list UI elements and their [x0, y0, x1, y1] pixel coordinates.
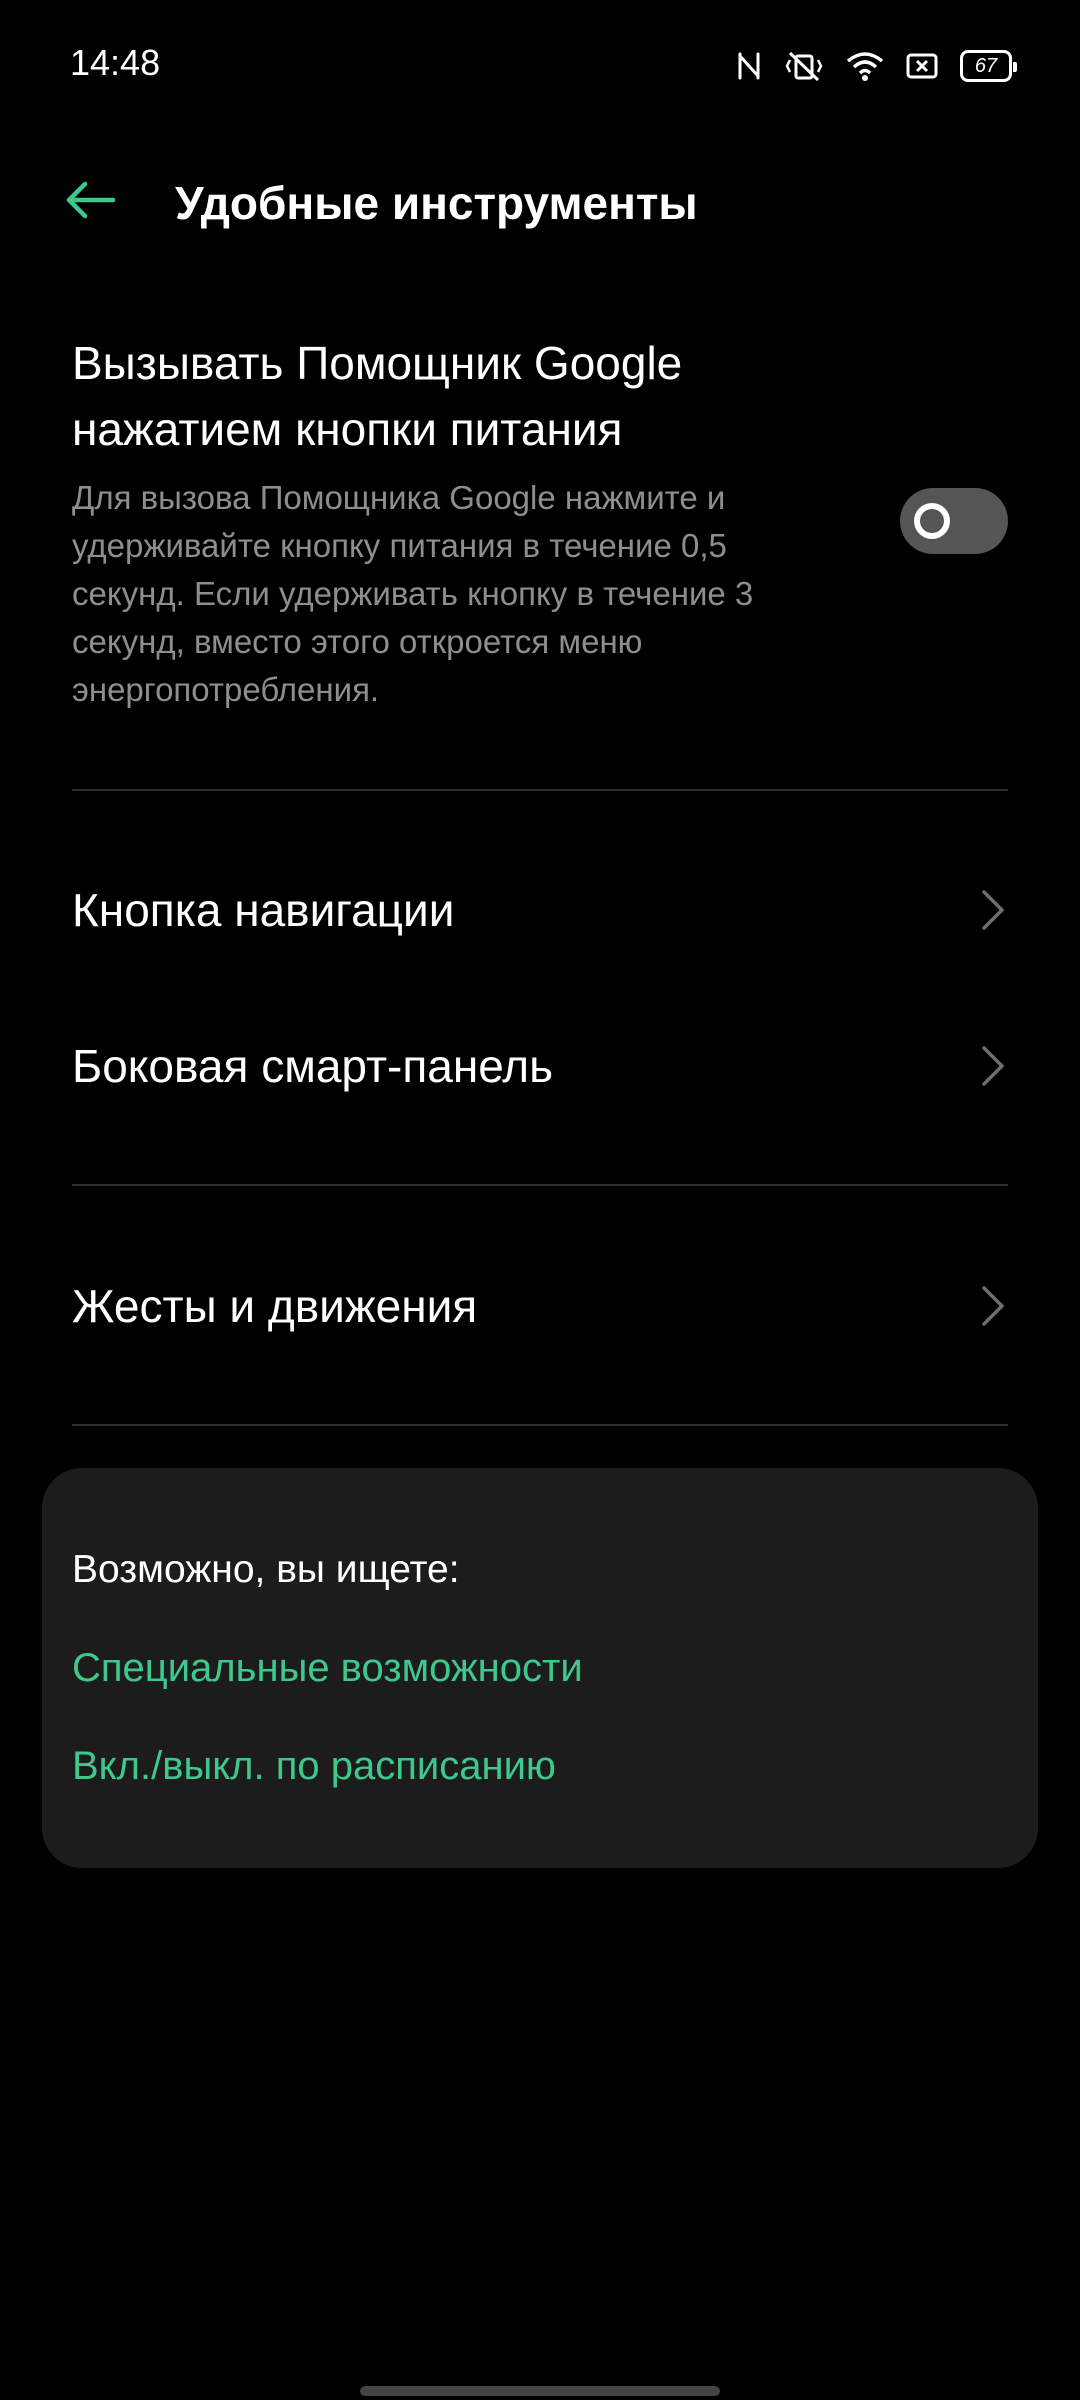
suggestion-link-schedule[interactable]: Вкл./выкл. по расписанию: [72, 1744, 556, 1789]
suggestion-link-accessibility[interactable]: Специальные возможности: [72, 1646, 583, 1691]
suggestions-card: Возможно, вы ищете: Специальные возможно…: [42, 1468, 1038, 1868]
nfc-icon: [736, 50, 762, 82]
assistant-power-button-setting[interactable]: Вызывать Помощник Google нажатием кнопки…: [72, 330, 1008, 714]
chevron-right-icon: [978, 1041, 1008, 1091]
battery-icon: 67: [960, 50, 1017, 82]
status-bar: 14:48 67: [0, 0, 1080, 130]
assistant-setting-description: Для вызова Помощника Google нажмите и уд…: [72, 479, 754, 708]
back-button[interactable]: [60, 172, 120, 228]
arrow-left-icon: [66, 181, 116, 219]
suggestions-heading: Возможно, вы ищете:: [72, 1548, 460, 1591]
app-header: Удобные инструменты: [0, 150, 1080, 250]
nav-item-navigation-button[interactable]: Кнопка навигации: [72, 850, 1008, 970]
divider: [72, 1184, 1008, 1186]
nav-item-smart-sidebar[interactable]: Боковая смарт-панель: [72, 1006, 1008, 1126]
divider: [72, 789, 1008, 791]
chevron-right-icon: [978, 885, 1008, 935]
screen: 14:48 67 Удобные инструменты Вызывать По…: [0, 0, 1080, 2400]
wifi-icon: [846, 50, 884, 82]
assistant-setting-title: Вызывать Помощник Google нажатием кнопки…: [72, 337, 683, 455]
vibrate-off-icon: [784, 50, 824, 82]
toggle-knob: [914, 503, 950, 539]
nav-item-gestures[interactable]: Жесты и движения: [72, 1246, 1008, 1366]
status-time: 14:48: [70, 42, 161, 83]
divider: [72, 1424, 1008, 1426]
nav-item-label: Кнопка навигации: [72, 884, 455, 936]
nav-item-label: Жесты и движения: [72, 1280, 478, 1332]
sim-card-icon: [906, 52, 938, 80]
nav-item-label: Боковая смарт-панель: [72, 1040, 554, 1092]
status-icons: 67: [736, 46, 1017, 86]
chevron-right-icon: [978, 1281, 1008, 1331]
page-title: Удобные инструменты: [175, 177, 698, 229]
home-indicator[interactable]: [360, 2386, 720, 2396]
assistant-toggle-switch[interactable]: [900, 488, 1008, 554]
battery-level: 67: [974, 54, 998, 77]
